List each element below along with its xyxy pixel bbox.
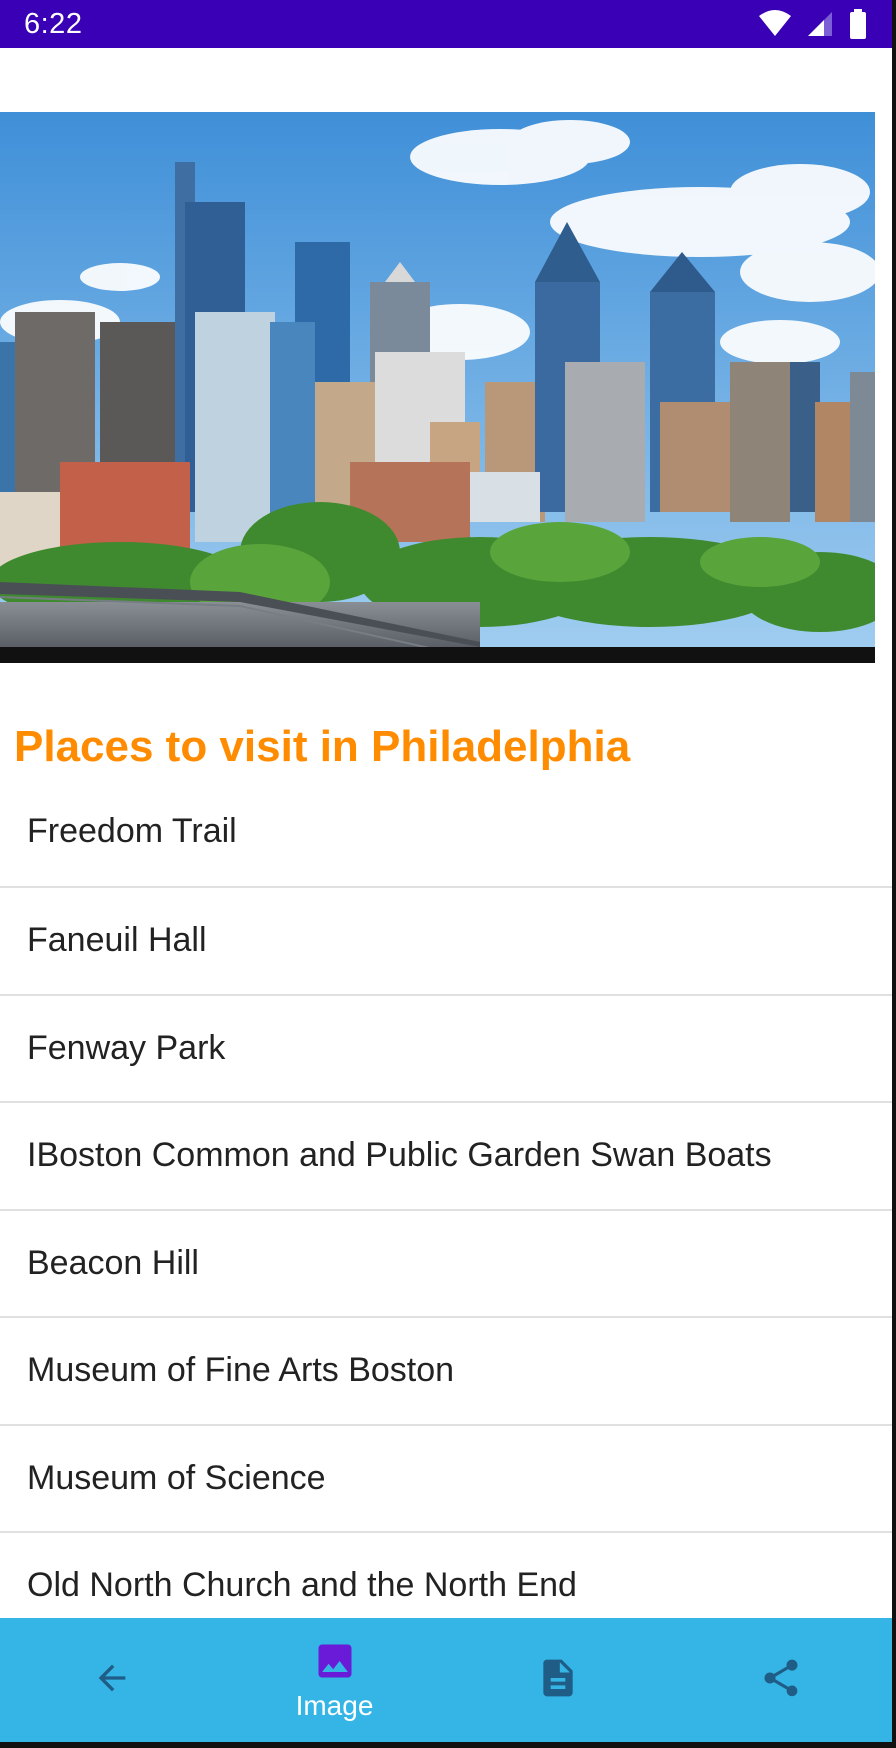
list-item[interactable]: Faneuil Hall: [0, 888, 892, 996]
nav-document-button[interactable]: [468, 1618, 648, 1742]
share-icon: [759, 1656, 803, 1705]
screen-bottom-edge: [0, 1742, 896, 1748]
status-bar: 6:22: [0, 0, 892, 48]
document-icon: [536, 1656, 580, 1705]
wifi-icon: [758, 10, 792, 38]
battery-icon: [848, 9, 868, 39]
list-item[interactable]: Beacon Hill: [0, 1211, 892, 1318]
list-item[interactable]: Fenway Park: [0, 996, 892, 1103]
list-item[interactable]: IBoston Common and Public Garden Swan Bo…: [0, 1103, 892, 1211]
nav-share-button[interactable]: [691, 1618, 871, 1742]
nav-back-button[interactable]: [22, 1618, 202, 1742]
list-item[interactable]: Museum of Fine Arts Boston: [0, 1318, 892, 1426]
hero-image: [0, 112, 875, 663]
philadelphia-skyline-photo: [0, 112, 875, 663]
arrow-back-icon: [92, 1658, 132, 1703]
section-title: Places to visit in Philadelphia: [14, 722, 631, 771]
list-item[interactable]: Freedom Trail: [0, 780, 892, 888]
nav-image-button[interactable]: Image: [245, 1618, 425, 1742]
signal-icon: [806, 10, 834, 38]
status-time: 6:22: [24, 7, 83, 40]
image-icon: [313, 1639, 357, 1688]
status-icons: [758, 9, 868, 39]
list-item[interactable]: Museum of Science: [0, 1426, 892, 1533]
places-list: Freedom Trail Faneuil Hall Fenway Park I…: [0, 780, 892, 1641]
nav-image-label: Image: [295, 1689, 374, 1721]
bottom-navigation: Image: [0, 1618, 892, 1742]
app-screen: 6:22 Places to visit in Philadelphia Fre…: [0, 0, 896, 1748]
